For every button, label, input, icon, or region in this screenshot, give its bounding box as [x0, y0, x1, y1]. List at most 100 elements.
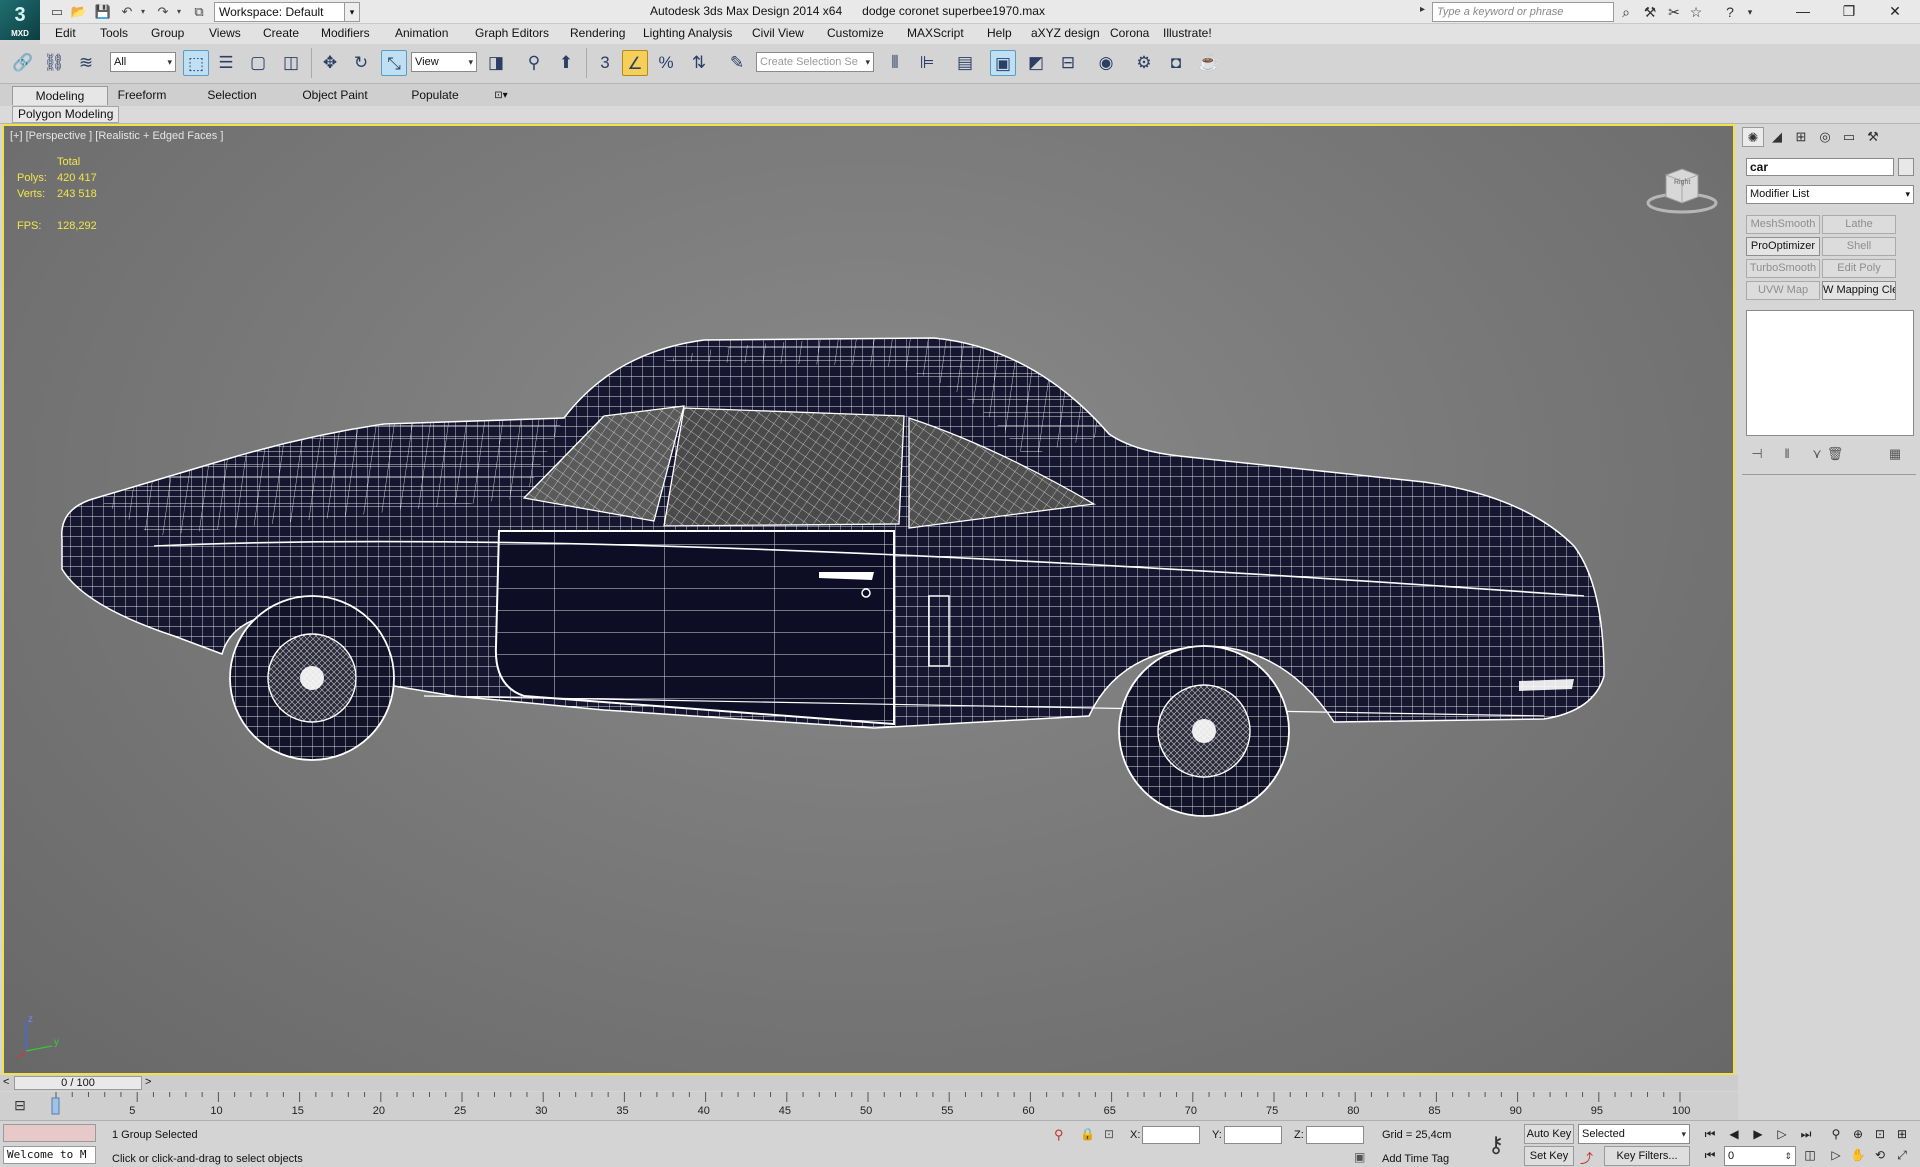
curve-editor-icon[interactable]: ◩ — [1023, 50, 1049, 76]
open-file-icon[interactable]: 📂 — [70, 3, 88, 20]
menu-corona[interactable]: Corona — [1110, 26, 1149, 40]
layer-manager-icon[interactable]: ▤ — [952, 50, 978, 76]
subscription-icon[interactable]: ⚒ — [1640, 3, 1660, 21]
utilities-tab-icon[interactable]: ⚒ — [1862, 127, 1884, 147]
mirror-icon[interactable]: ⫴ — [882, 50, 908, 76]
minimize-button[interactable]: — — [1780, 0, 1826, 24]
unlink-selection-icon[interactable]: ⛓ — [41, 50, 67, 76]
make-unique-icon[interactable]: ⋎ — [1808, 446, 1826, 462]
time-slider[interactable]: 0 / 100 — [14, 1076, 142, 1090]
go-to-start-icon[interactable]: ⏮ — [1700, 1125, 1720, 1143]
keyboard-shortcut-override-icon[interactable]: ⬆ — [553, 50, 579, 76]
next-frame-icon[interactable]: ▷ — [1772, 1125, 1792, 1143]
select-and-link-icon[interactable]: 🔗 — [10, 50, 36, 76]
menu-rendering[interactable]: Rendering — [570, 26, 625, 40]
object-name-field[interactable]: car — [1746, 158, 1894, 176]
select-and-scale-icon[interactable]: ⤡ — [381, 50, 407, 76]
snaps-toggle-icon[interactable]: 3 — [592, 50, 618, 76]
perspective-viewport[interactable]: [+] [Perspective ] [Realistic + Edged Fa… — [2, 124, 1735, 1075]
menu-edit[interactable]: Edit — [55, 26, 76, 40]
object-color-swatch[interactable] — [1898, 158, 1914, 176]
menu-group[interactable]: Group — [151, 26, 184, 40]
create-tab-icon[interactable]: ✺ — [1742, 127, 1764, 147]
modifier-list-dropdown[interactable]: Modifier List ▾ — [1746, 185, 1914, 204]
help-icon[interactable]: ? — [1720, 3, 1740, 21]
display-tab-icon[interactable]: ▭ — [1838, 127, 1860, 147]
open-mini-curve-editor-icon[interactable]: ⊟ — [10, 1097, 30, 1115]
select-object-icon[interactable]: ⬚ — [183, 50, 209, 76]
render-setup-icon[interactable]: ⚙ — [1131, 50, 1157, 76]
modifier-button-uvw-map[interactable]: UVW Map — [1746, 281, 1820, 300]
maximize-viewport-toggle-icon[interactable]: ⤢ — [1892, 1146, 1912, 1164]
viewport-label[interactable]: [+] [Perspective ] [Realistic + Edged Fa… — [10, 130, 223, 142]
pan-view-icon[interactable]: ✋ — [1848, 1146, 1868, 1164]
z-coordinate-field[interactable] — [1306, 1126, 1364, 1144]
project-folder-icon[interactable]: ⧉ — [190, 3, 208, 20]
redo-dropdown-icon[interactable]: ▾ — [170, 3, 188, 20]
key-mode-toggle-icon[interactable]: ⏮ — [1700, 1146, 1720, 1164]
configure-modifier-sets-icon[interactable]: ▦ — [1886, 446, 1904, 462]
modifier-button-prooptimizer[interactable]: ProOptimizer — [1746, 237, 1820, 256]
x-coordinate-field[interactable] — [1142, 1126, 1200, 1144]
pin-stack-icon[interactable]: ⊣ — [1748, 446, 1766, 462]
menu-civil-view[interactable]: Civil View — [752, 26, 804, 40]
material-editor-icon[interactable]: ◉ — [1093, 50, 1119, 76]
close-button[interactable]: ✕ — [1872, 0, 1918, 24]
help-dropdown-icon[interactable]: ▾ — [1740, 3, 1760, 21]
show-end-result-icon[interactable]: ‖ — [1778, 446, 1796, 461]
ribbon-tab-object-paint[interactable]: Object Paint — [290, 86, 380, 105]
maxscript-mini-listener-input[interactable] — [3, 1124, 96, 1142]
ribbon-panel-polygon-modeling[interactable]: Polygon Modeling — [12, 106, 120, 123]
selection-filter-dropdown[interactable]: All ▾ — [110, 52, 176, 72]
search-expand-icon[interactable]: ▸ — [1420, 4, 1425, 15]
rectangular-selection-icon[interactable]: ▢ — [245, 50, 271, 76]
ribbon-options-icon[interactable]: ⊡▾ — [486, 86, 516, 105]
workspace-dropdown[interactable]: Workspace: Default ▾ — [214, 2, 360, 22]
zoom-extents-all-icon[interactable]: ⊞ — [1892, 1125, 1912, 1143]
set-key-button[interactable]: Set Key — [1524, 1146, 1574, 1166]
quick-access-customize-button[interactable]: ▾ — [344, 2, 360, 22]
select-and-move-icon[interactable]: ✥ — [317, 50, 343, 76]
reference-coordinate-dropdown[interactable]: View ▾ — [411, 52, 477, 72]
favorites-star-icon[interactable]: ☆ — [1686, 3, 1706, 21]
modifier-button-shell[interactable]: Shell — [1822, 237, 1896, 256]
graphite-modeling-tools-icon[interactable]: ▣ — [990, 50, 1016, 76]
motion-tab-icon[interactable]: ◎ — [1814, 127, 1836, 147]
menu-illustrate[interactable]: Illustrate! — [1163, 26, 1212, 40]
menu-help[interactable]: Help — [987, 26, 1012, 40]
render-production-icon[interactable]: ☕ — [1196, 50, 1222, 76]
menu-tools[interactable]: Tools — [100, 26, 128, 40]
modifier-button-meshsmooth[interactable]: MeshSmooth — [1746, 215, 1820, 234]
time-prev-icon[interactable]: < — [3, 1076, 9, 1088]
select-manipulate-icon[interactable]: ⚲ — [521, 50, 547, 76]
named-selection-sets-dropdown[interactable]: Create Selection Se ▾ — [756, 52, 874, 72]
menu-axyz-design[interactable]: aXYZ design — [1031, 26, 1100, 40]
modifier-stack[interactable] — [1746, 310, 1914, 436]
play-icon[interactable]: ▶ — [1748, 1125, 1768, 1143]
ribbon-tab-selection[interactable]: Selection — [196, 86, 268, 105]
viewcube[interactable]: Right — [1644, 161, 1720, 220]
menu-modifiers[interactable]: Modifiers — [321, 26, 370, 40]
zoom-extents-icon[interactable]: ⊡ — [1870, 1125, 1890, 1143]
spinner-snap-icon[interactable]: ⇅ — [686, 50, 712, 76]
pivot-center-icon[interactable]: ◨ — [483, 50, 509, 76]
communication-center-icon[interactable]: ✂ — [1664, 3, 1684, 21]
key-mode-dropdown[interactable]: Selected ▾ — [1578, 1124, 1690, 1144]
ribbon-tab-freeform[interactable]: Freeform — [108, 86, 176, 105]
edit-named-selection-icon[interactable]: ✎ — [724, 50, 750, 76]
menu-animation[interactable]: Animation — [395, 26, 448, 40]
orbit-icon[interactable]: ⟲ — [1870, 1146, 1890, 1164]
window-crossing-icon[interactable]: ◫ — [278, 50, 304, 76]
angle-snap-icon[interactable]: ∠ — [622, 50, 648, 76]
current-frame-field[interactable]: 0 ⇕ — [1724, 1146, 1796, 1166]
zoom-icon[interactable]: ⚲ — [1826, 1125, 1846, 1143]
time-tag-icon[interactable]: ▣ — [1354, 1150, 1365, 1164]
default-in-out-tangents-icon[interactable]: ⤴ — [1580, 1148, 1593, 1167]
isolate-selection-icon[interactable]: ⚲ — [1054, 1127, 1064, 1143]
select-by-name-icon[interactable]: ☰ — [213, 50, 239, 76]
modifier-button-uvw-mapping-clear[interactable]: W Mapping Cle — [1822, 281, 1896, 300]
save-file-icon[interactable]: 💾 — [94, 3, 112, 20]
time-configuration-icon[interactable]: ◫ — [1800, 1146, 1820, 1164]
set-key-key-icon[interactable]: ⚷ — [1488, 1132, 1504, 1158]
previous-frame-icon[interactable]: ◀ — [1724, 1125, 1744, 1143]
